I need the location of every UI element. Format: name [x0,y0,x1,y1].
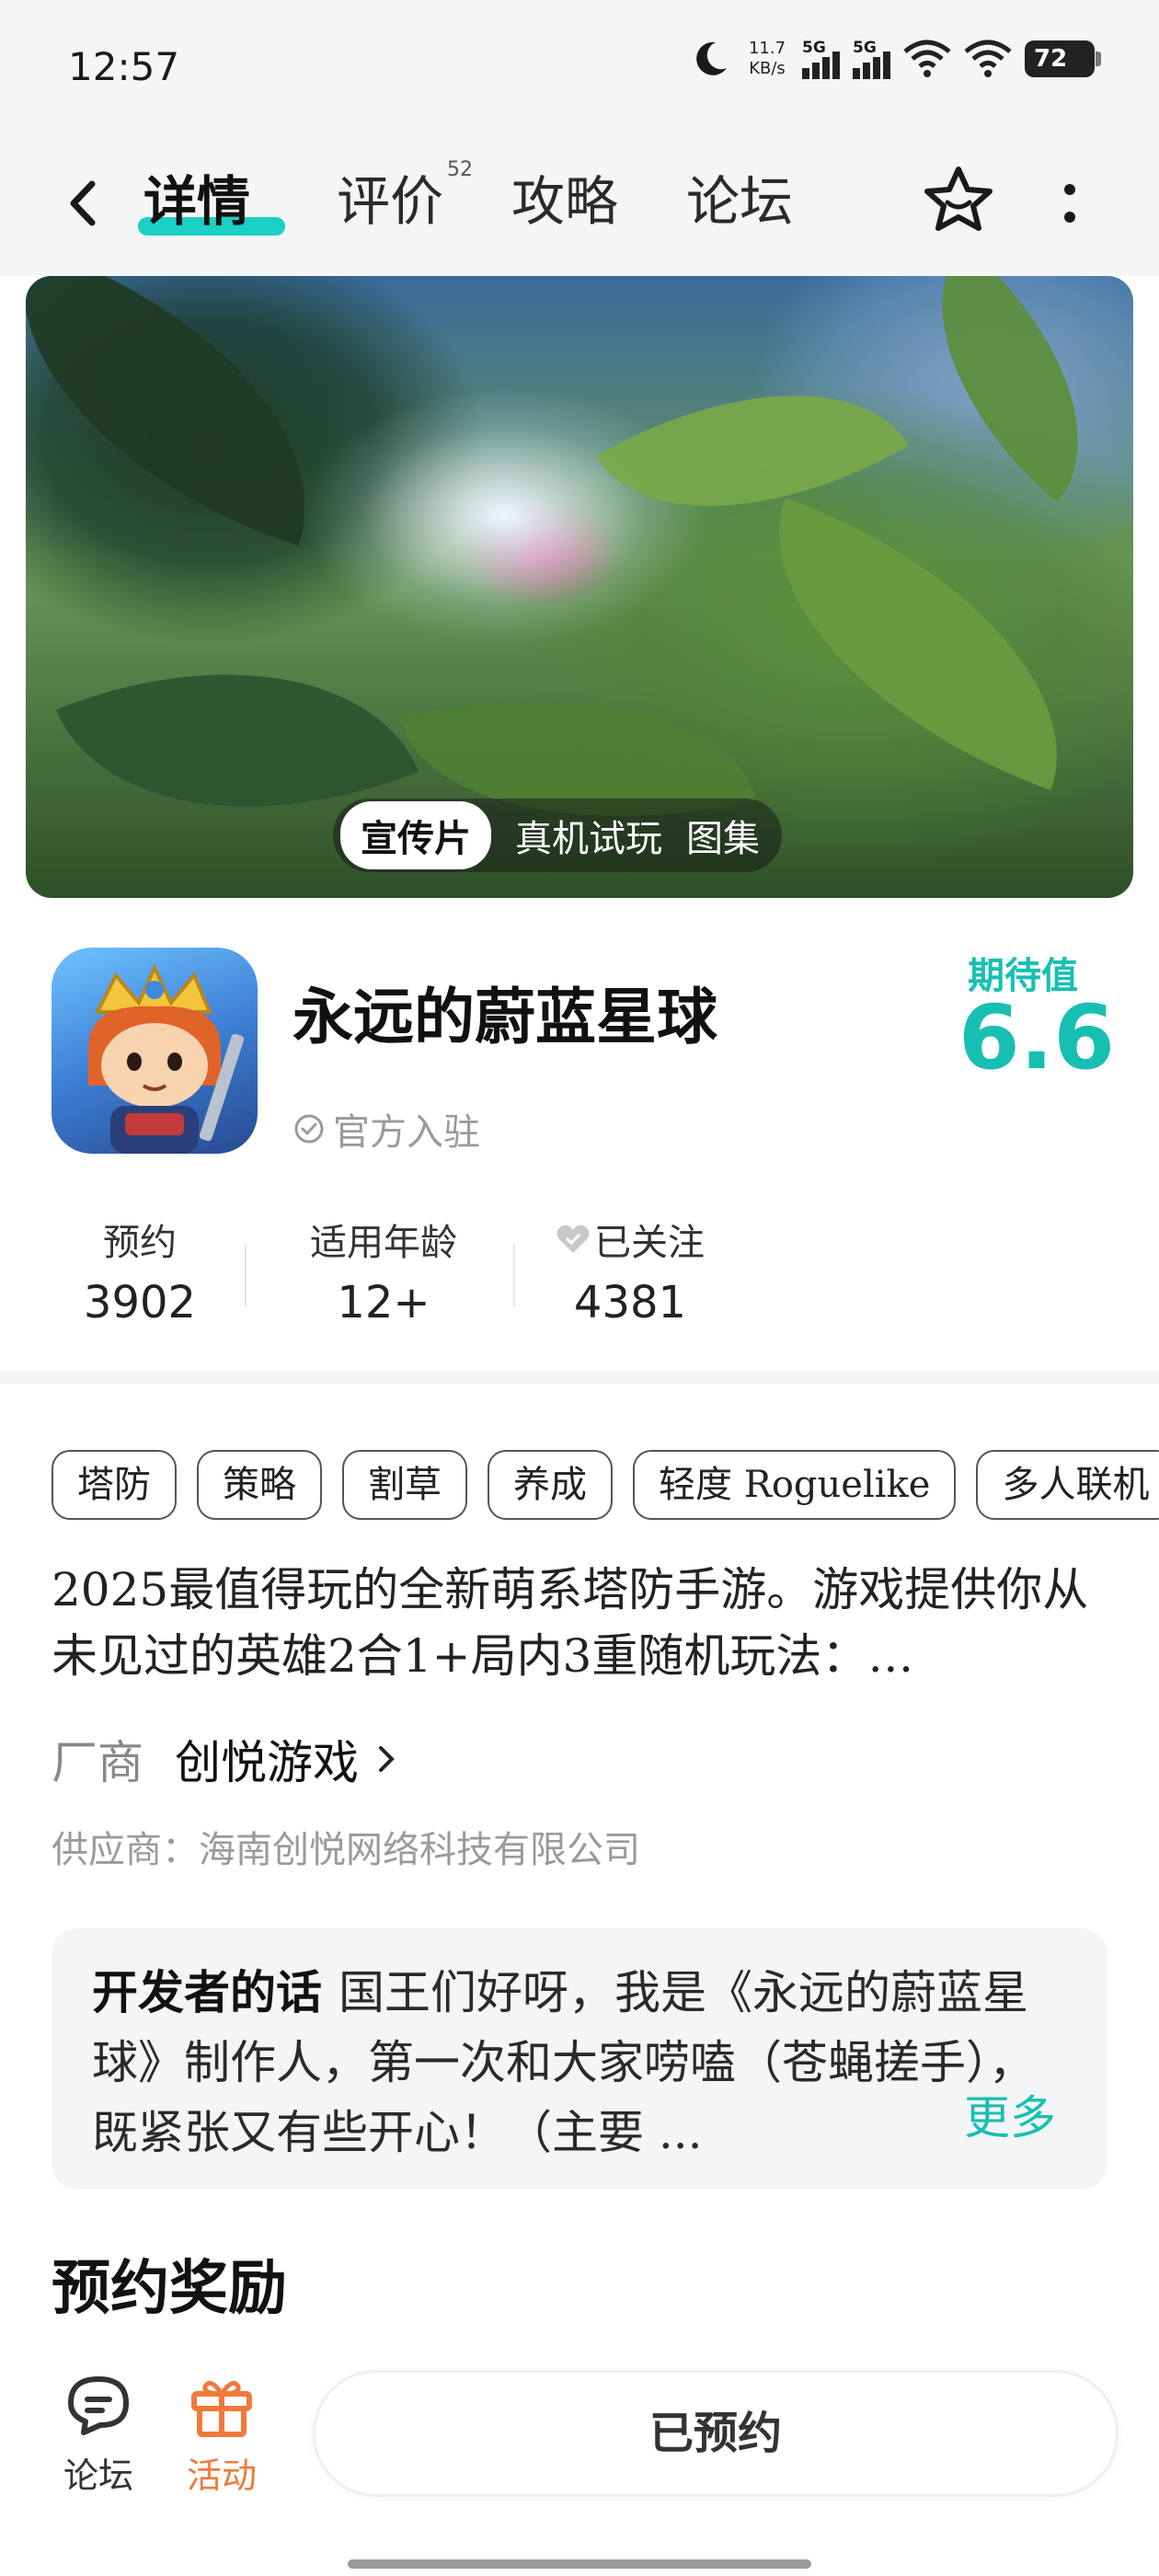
tab-reviews[interactable]: 评价 [337,158,443,236]
stat-value: 3902 [83,1277,197,1328]
developer-note-card[interactable]: 开发者的话 国王们好呀，我是《永远的蔚蓝星球》制作人，第一次和大家唠嗑（苍蝇搓手）… [52,1928,1107,2190]
banner-tab-gallery[interactable]: 图集 [686,809,760,862]
stat-value: 4381 [573,1277,687,1328]
bottom-action-bar: 论坛 活动 已预约 [0,2337,1159,2576]
more-vertical-icon[interactable] [1056,177,1084,232]
expectation-score: 6.6 [958,986,1116,1089]
more-link[interactable]: 更多 [964,2083,1056,2153]
tab-details[interactable]: 详情 [143,158,250,236]
gift-icon [191,2380,252,2437]
tag-light-roguelike[interactable]: 轻度 Roguelike [633,1450,957,1520]
vendor-name: 创悦游戏 [175,1736,359,1789]
banner-tab-real-device[interactable]: 真机试玩 [515,809,662,862]
reviews-count-badge: 52 [447,158,473,181]
reservation-rewards-title: 预约奖励 [52,2254,287,2323]
sim2-label: 5G [853,39,877,57]
battery-icon: 72 [1025,40,1101,77]
banner-leaf [26,276,361,546]
vendor-label: 厂商 [52,1736,143,1789]
vendor-link[interactable]: 创悦游戏 [175,1726,397,1792]
status-icons: 11.7 KB/s 5G 5G 72 [688,37,1101,81]
stat-divider [245,1244,247,1306]
official-label: 官方入驻 [333,1111,480,1154]
game-app-icon [52,948,258,1154]
activity-button[interactable]: 活动 [171,2374,272,2498]
developer-note-label: 开发者的话 [92,1965,322,2019]
stat-value: 12+ [337,1277,430,1328]
stat-label: 预约 [103,1222,177,1264]
banner-leaf [722,498,1114,790]
star-outline-icon[interactable] [920,162,997,239]
tag-list: 塔防 策略 割草 养成 轻度 Roguelike 多人联机 [52,1450,1159,1520]
wifi-icon [903,40,951,77]
back-chevron-icon[interactable] [61,171,107,236]
stat-label: 适用年龄 [310,1222,457,1264]
battery-level: 72 [1034,45,1068,73]
stat-label: 已关注 [594,1222,705,1264]
stat-age-rating[interactable]: 适用年龄 12+ [276,1213,491,1328]
status-bar: 12:57 11.7 KB/s 5G 5G 72 [0,0,1159,138]
stat-label-row: 已关注 [534,1213,727,1266]
tag-strategy[interactable]: 策略 [197,1450,322,1520]
stat-followers: 已关注 4381 [534,1213,727,1328]
tag-cultivation[interactable]: 养成 [488,1450,613,1520]
signal-sim2-icon: 5G [853,39,890,79]
forum-button[interactable]: 论坛 [48,2374,149,2498]
network-speed: 11.7 KB/s [745,39,789,79]
banner-tab-trailer[interactable]: 宣传片 [340,801,491,869]
tag-mowing[interactable]: 割草 [342,1450,467,1520]
media-banner[interactable]: 宣传片 真机试玩 图集 [26,276,1133,898]
reserved-button[interactable]: 已预约 [313,2370,1119,2497]
chevron-right-icon [379,1746,395,1772]
developer-note-body: 开发者的话 国王们好呀，我是《永远的蔚蓝星球》制作人，第一次和大家唠嗑（苍蝇搓手）… [92,1958,1067,2168]
verified-check-icon [294,1114,324,1144]
forum-button-label: 论坛 [63,2455,133,2496]
tab-guides[interactable]: 攻略 [511,158,618,236]
network-speed-unit: KB/s [749,59,786,78]
heart-check-icon [557,1225,590,1253]
stat-divider [513,1244,515,1306]
game-title: 永远的蔚蓝星球 [293,981,717,1052]
supplier-info: 供应商：海南创悦网络科技有限公司 [52,1829,640,1871]
game-character-icon [88,963,245,1154]
section-divider [0,1371,1159,1384]
home-indicator[interactable] [348,2559,811,2569]
do-not-disturb-moon-icon [696,41,727,75]
activity-button-label: 活动 [186,2455,257,2496]
banner-leaf [874,276,1133,503]
signal-sim1-icon: 5G [802,39,840,79]
sim1-label: 5G [802,39,826,57]
game-description[interactable]: 2025最值得玩的全新萌系塔防手游。游戏提供你从未见过的英雄2合1+局内3重随机… [52,1557,1119,1689]
forum-chat-icon [68,2376,129,2435]
vendor-row[interactable]: 厂商 创悦游戏 [52,1726,397,1792]
tab-forum[interactable]: 论坛 [686,158,793,236]
banner-media-tabs: 宣传片 真机试玩 图集 [333,799,782,872]
official-badge: 官方入驻 [293,1102,480,1156]
tag-multiplayer[interactable]: 多人联机 [976,1450,1159,1520]
network-speed-value: 11.7 [748,39,786,58]
top-nav: 详情 评价 52 攻略 论坛 [0,138,1159,276]
wifi-secondary-icon [964,40,1012,77]
stat-reservations: 预约 3902 [57,1213,223,1328]
tag-tower-defense[interactable]: 塔防 [52,1450,177,1520]
status-time: 12:57 [68,44,180,89]
